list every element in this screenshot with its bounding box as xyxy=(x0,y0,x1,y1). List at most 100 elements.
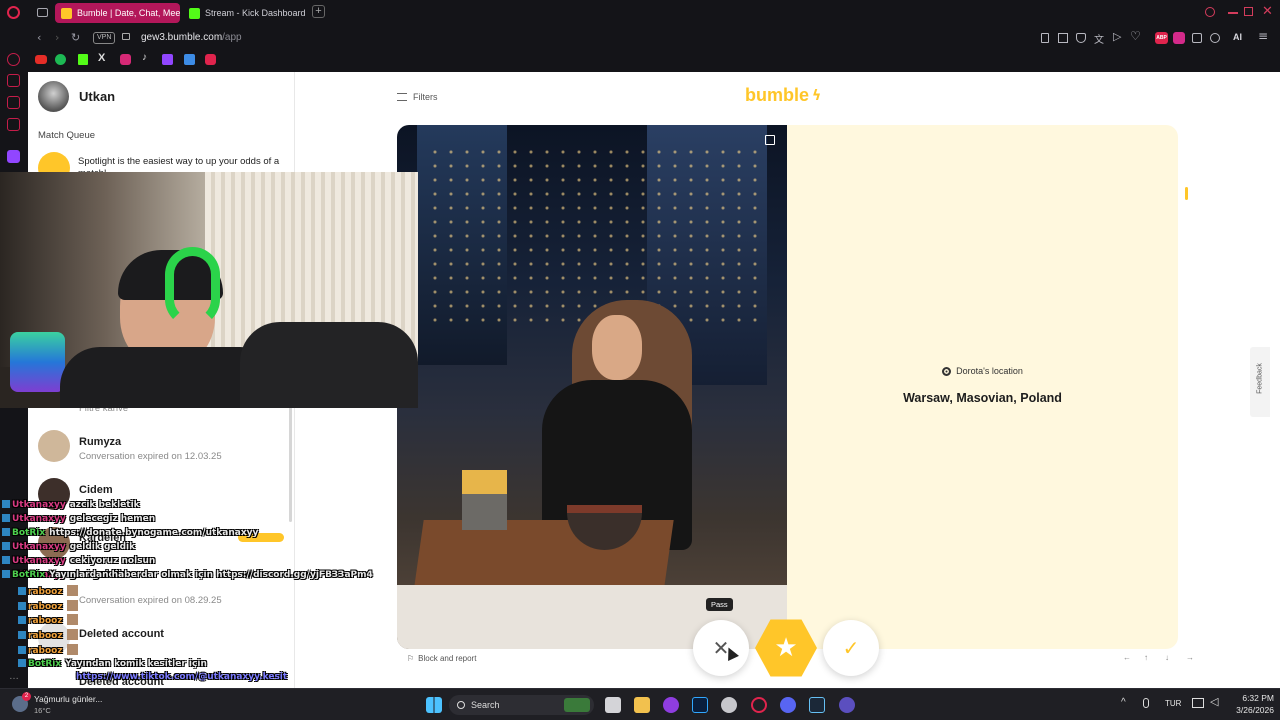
conversation-name[interactable]: Rumyza xyxy=(79,436,121,448)
filters-button[interactable]: Filters xyxy=(397,92,438,102)
windows-start-icon[interactable] xyxy=(426,697,442,713)
workspace-icon[interactable] xyxy=(7,118,20,131)
lock-icon xyxy=(122,33,130,40)
heart-icon[interactable]: ♡ xyxy=(1130,29,1141,43)
app-purple-icon[interactable] xyxy=(663,697,679,713)
twitch-bookmark-icon[interactable] xyxy=(162,54,173,65)
chat-message: rabooz xyxy=(18,600,78,612)
task-view-icon[interactable] xyxy=(605,697,621,713)
weather-text[interactable]: Yağmurlu günler... xyxy=(34,694,102,704)
windows-taskbar: 2 Yağmurlu günler... 16°C Search ^ TUR ◁… xyxy=(0,688,1280,720)
extension-pink-icon[interactable] xyxy=(1173,32,1185,44)
game-bookmark-icon[interactable] xyxy=(205,54,216,65)
app-circle-icon[interactable] xyxy=(839,697,855,713)
clock-time[interactable]: 6:32 PM xyxy=(1232,693,1274,703)
chat-message-text: azcik bekletik xyxy=(69,500,140,510)
aria-icon[interactable] xyxy=(7,53,20,66)
chat-badge-icon xyxy=(18,602,26,610)
file-explorer-icon[interactable] xyxy=(634,697,650,713)
ai-label[interactable]: AI xyxy=(1233,32,1242,42)
expand-photo-icon[interactable] xyxy=(765,135,775,145)
discord-icon[interactable] xyxy=(780,697,796,713)
back-icon[interactable]: ‹ xyxy=(37,31,41,44)
tab-overview-icon[interactable] xyxy=(37,8,48,17)
chat-username: BotRix xyxy=(28,659,62,669)
profile-icon[interactable] xyxy=(1210,33,1220,43)
kick-bookmark-icon[interactable] xyxy=(78,54,88,65)
chat-username: Utkanaxyy xyxy=(12,500,66,510)
profile-info-panel: Dorota's location Warsaw, Masovian, Pola… xyxy=(787,125,1178,649)
search-tabs-icon[interactable] xyxy=(1205,7,1215,17)
steam-big-icon[interactable] xyxy=(721,697,737,713)
twitch-rail-icon[interactable] xyxy=(7,150,20,163)
rail-more-icon[interactable]: … xyxy=(9,671,19,682)
snapshot-icon[interactable] xyxy=(1058,33,1068,43)
tab-bumble[interactable]: Bumble | Date, Chat, Meet xyxy=(55,3,180,23)
translate-icon[interactable]: 文 xyxy=(1094,31,1104,46)
app-bookmark-icon[interactable] xyxy=(184,54,195,65)
volume-icon[interactable]: ◁ xyxy=(1210,695,1218,708)
bumble-logo[interactable]: bumble ϟ xyxy=(745,85,821,106)
conversation-avatar[interactable] xyxy=(38,430,70,462)
taskbar-search-placeholder: Search xyxy=(471,700,500,710)
profile-photo[interactable] xyxy=(397,125,787,649)
chat-username: rabooz xyxy=(28,616,63,626)
url-field[interactable]: gew3.bumble.com/app xyxy=(141,32,242,43)
chat-message-text: gelecegiz hemen xyxy=(69,514,156,524)
conversation-name[interactable]: Cidem xyxy=(79,484,113,496)
photoshop-icon[interactable] xyxy=(692,697,708,713)
user-avatar[interactable] xyxy=(38,81,69,112)
tab-kick-dashboard[interactable]: Stream - Kick Dashboard xyxy=(183,3,308,23)
tray-chevron-icon[interactable]: ^ xyxy=(1121,697,1126,708)
spotify-bookmark-icon[interactable] xyxy=(55,54,66,65)
taskbar-search-box[interactable]: Search xyxy=(449,695,594,715)
temperature: 16°C xyxy=(34,706,51,715)
close-window-icon[interactable]: ✕ xyxy=(1262,4,1273,19)
filters-label: Filters xyxy=(413,92,438,102)
clock-date[interactable]: 3/26/2026 xyxy=(1222,705,1274,715)
minimize-icon[interactable] xyxy=(1228,12,1238,14)
reload-icon[interactable]: ↻ xyxy=(71,31,80,44)
username-label[interactable]: Utkan xyxy=(79,89,115,104)
sidebar-scrollbar[interactable] xyxy=(289,402,292,522)
conversation-name[interactable]: Deleted account xyxy=(79,628,164,640)
feedback-tab[interactable]: Feedback xyxy=(1250,347,1270,417)
adblock-icon[interactable]: ABP xyxy=(1155,32,1168,44)
opera-taskbar-icon[interactable] xyxy=(751,697,767,713)
new-tab-plus-icon[interactable]: + xyxy=(312,5,325,18)
chat-badge-icon xyxy=(18,631,26,639)
language-indicator[interactable]: TUR xyxy=(1165,699,1181,708)
block-report-link[interactable]: ⚐ Block and report xyxy=(407,654,476,663)
extensions-puzzle-icon[interactable] xyxy=(1192,33,1202,43)
search-highlight-icon xyxy=(564,698,590,712)
maximize-icon[interactable] xyxy=(1244,7,1253,16)
chat-message: Utkanaxyy geldik geldik xyxy=(2,542,135,552)
youtube-bookmark-icon[interactable] xyxy=(35,55,47,64)
chat-message-text: Yayından komik kesitler için xyxy=(65,659,207,669)
microphone-icon[interactable] xyxy=(1143,698,1149,708)
bumble-main-panel: Filters bumble ϟ Dorota's location Warsa… xyxy=(295,72,1280,688)
chat-message: Utkanaxyy cekiyoruz nolsun xyxy=(2,556,155,566)
player-icon[interactable]: ▷ xyxy=(1113,30,1121,43)
chat-emote-icon xyxy=(66,644,78,655)
chat-username: rabooz xyxy=(28,587,63,597)
chat-badge-icon xyxy=(2,556,10,564)
instagram-bookmark-icon[interactable] xyxy=(120,54,131,65)
chat-message: rabooz xyxy=(18,585,78,597)
bookmark-icon[interactable] xyxy=(1041,33,1049,43)
like-button[interactable]: ✓ xyxy=(823,620,879,676)
chat-message: https://www.tiktok.com/@utkanaxyy.kesit xyxy=(72,672,287,682)
x-bookmark-icon[interactable]: X xyxy=(98,52,105,64)
network-icon[interactable] xyxy=(1192,698,1204,708)
messenger-icon[interactable] xyxy=(7,96,20,109)
vpn-badge[interactable]: VPN xyxy=(93,32,116,44)
steam-icon[interactable] xyxy=(809,697,825,713)
pass-button[interactable]: ✕ xyxy=(693,620,749,676)
gaming-chair xyxy=(240,322,418,408)
tiktok-bookmark-icon[interactable]: ♪ xyxy=(142,52,147,63)
forward-icon[interactable]: › xyxy=(55,31,59,44)
shield-icon[interactable] xyxy=(1076,33,1086,43)
menu-icon[interactable]: ≡ xyxy=(1258,29,1268,43)
opera-logo-icon[interactable] xyxy=(7,6,20,19)
crypto-wallet-icon[interactable] xyxy=(7,74,20,87)
